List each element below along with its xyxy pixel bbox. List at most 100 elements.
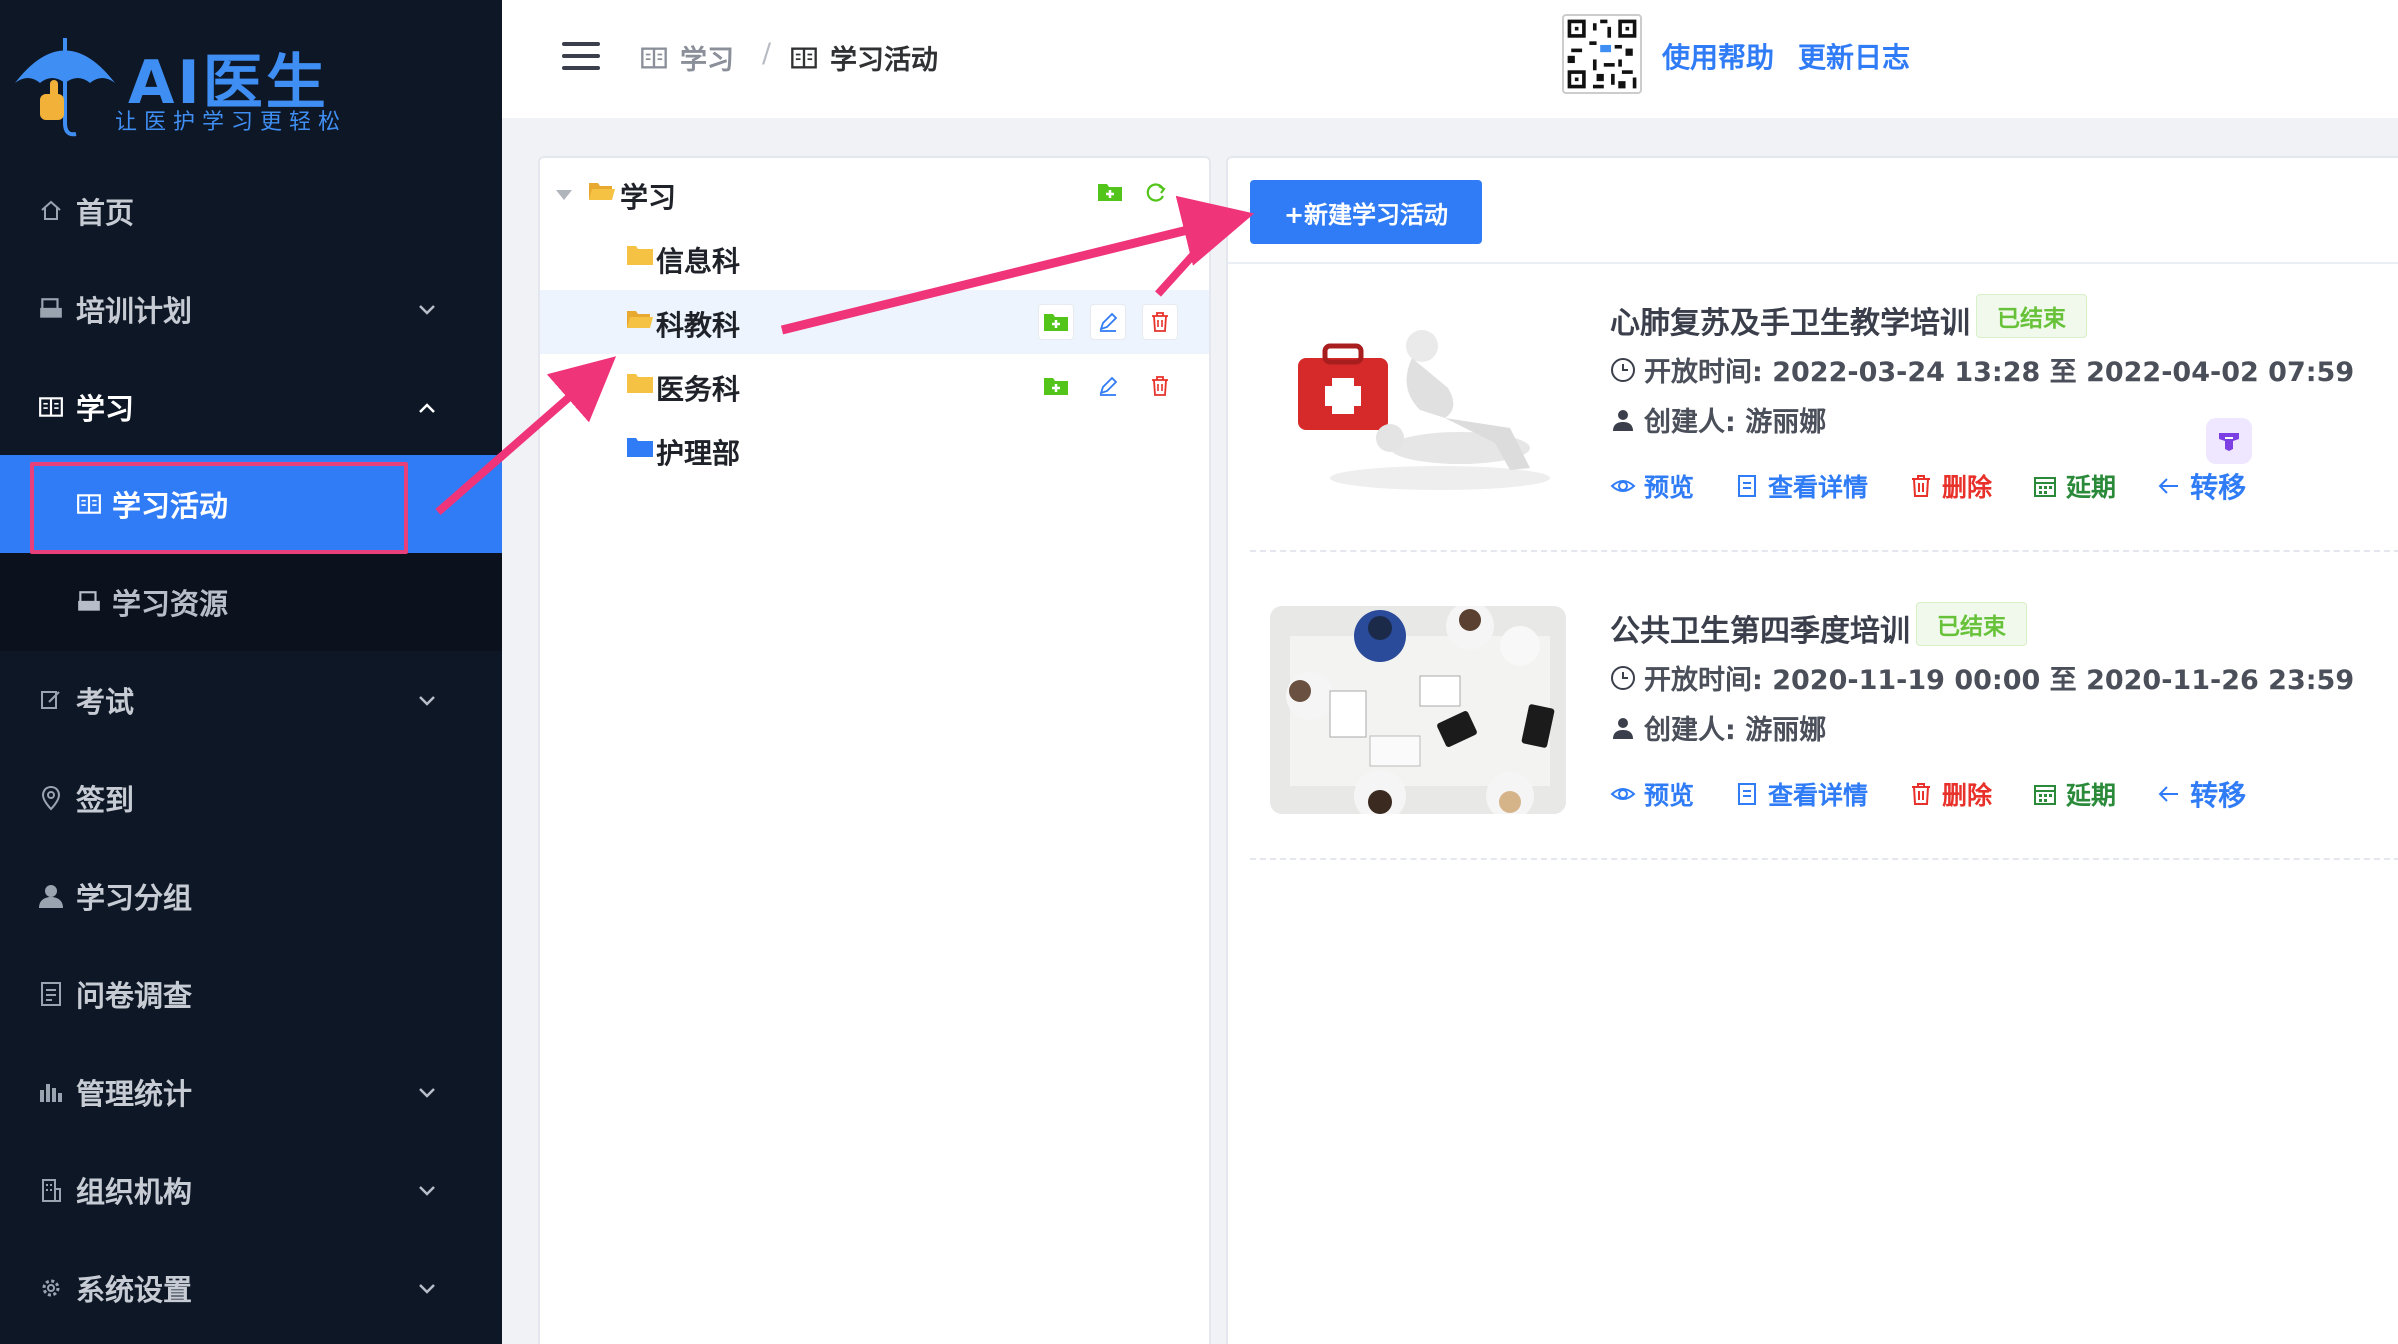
folder-icon <box>627 246 653 265</box>
changelog-link[interactable]: 更新日志 <box>1798 36 1910 76</box>
preview-button[interactable]: 预览 <box>1610 776 1694 812</box>
chevron-down-icon <box>418 688 436 713</box>
caret-down-icon[interactable] <box>556 190 572 200</box>
sidebar-item-label: 首页 <box>76 196 135 230</box>
sidebar-item-study[interactable]: 学习 <box>0 358 502 456</box>
delete-activity-button[interactable]: 删除 <box>1908 776 1992 812</box>
folder-add-icon <box>1098 184 1122 201</box>
medical-meeting-image[interactable] <box>1270 606 1566 814</box>
pencil-icon <box>1099 312 1118 332</box>
sidebar-item-organization[interactable]: 组织机构 <box>0 1141 502 1239</box>
activity-title[interactable]: 心肺复苏及手卫生教学培训 <box>1610 298 1970 342</box>
refresh-button[interactable] <box>1138 174 1174 210</box>
sidebar-subitem-label: 学习资源 <box>112 587 229 621</box>
breadcrumb-item-study[interactable]: 学习 <box>640 38 734 77</box>
extend-label: 延期 <box>2066 781 2117 810</box>
preview-label: 预览 <box>1644 473 1695 502</box>
sidebar-item-settings[interactable]: 系统设置 <box>0 1239 502 1337</box>
breadcrumb-separator: / <box>762 38 772 69</box>
breadcrumb-label: 学习 <box>680 45 734 76</box>
sidebar-item-study-group[interactable]: 学习分组 <box>0 847 502 945</box>
umbrella-logo-icon <box>15 38 115 137</box>
sidebar: AI医生 让医护学习更轻松 首页 培训计划 学习 学习活动 学习资源 考试 签到… <box>0 0 502 1344</box>
folder-icon <box>627 374 653 393</box>
folder-icon <box>627 438 653 457</box>
add-folder-button[interactable] <box>1092 174 1128 210</box>
trash-icon <box>1152 312 1168 332</box>
building-icon <box>36 1175 66 1205</box>
add-subfolder-button[interactable] <box>1038 304 1074 340</box>
tree-node-label: 信息科 <box>656 245 741 278</box>
open-time-value: 2022-03-24 13:28 至 2022-04-02 07:59 <box>1772 357 2355 388</box>
extend-button[interactable]: 延期 <box>2032 468 2116 504</box>
open-time-label: 开放时间: <box>1644 357 1763 388</box>
printer-icon <box>74 587 104 617</box>
sidebar-item-home[interactable]: 首页 <box>0 162 502 260</box>
delete-button[interactable] <box>1142 368 1178 404</box>
sidebar-item-label: 学习分组 <box>76 881 193 915</box>
open-time-label: 开放时间: <box>1644 665 1763 696</box>
transfer-button[interactable]: 转移 <box>2156 774 2246 814</box>
trash-icon <box>1912 783 1931 805</box>
delete-activity-button[interactable]: 删除 <box>1908 468 1992 504</box>
edit-button[interactable] <box>1090 368 1126 404</box>
creator: 创建人: 游丽娜 <box>1610 708 1826 747</box>
creator: 创建人: 游丽娜 <box>1610 400 1826 439</box>
logo[interactable]: AI医生 让医护学习更轻松 <box>0 0 502 160</box>
document-icon <box>36 979 66 1009</box>
folder-add-icon <box>1044 314 1068 331</box>
card-divider <box>1250 550 2398 552</box>
cpr-first-aid-image[interactable] <box>1270 298 1566 506</box>
tree-node[interactable]: 医务科 <box>540 354 1209 418</box>
delete-button[interactable] <box>1142 304 1178 340</box>
user-icon <box>1613 717 1633 739</box>
extend-button[interactable]: 延期 <box>2032 776 2116 812</box>
sidebar-item-survey[interactable]: 问卷调查 <box>0 945 502 1043</box>
sidebar-item-stats[interactable]: 管理统计 <box>0 1043 502 1141</box>
folder-add-icon <box>1044 378 1068 395</box>
hamburger-menu-icon[interactable] <box>562 42 600 70</box>
help-link[interactable]: 使用帮助 <box>1662 36 1774 76</box>
preview-button[interactable]: 预览 <box>1610 468 1694 504</box>
chevron-down-icon <box>418 1080 436 1105</box>
new-study-activity-button[interactable]: +新建学习活动 <box>1250 180 1482 244</box>
status-badge: 已结束 <box>1916 602 2027 646</box>
chevron-down-icon <box>418 297 436 322</box>
document-icon <box>1738 783 1757 805</box>
creator-value: 游丽娜 <box>1745 407 1827 438</box>
edit-icon <box>36 685 66 715</box>
open-time-value: 2020-11-19 00:00 至 2020-11-26 23:59 <box>1772 665 2355 696</box>
book-icon <box>641 47 667 68</box>
sidebar-item-training-plan[interactable]: 培训计划 <box>0 260 502 358</box>
edit-button[interactable] <box>1090 304 1126 340</box>
transfer-label: 转移 <box>2190 779 2247 812</box>
category-tree-panel: 学习 信息科 科教科 医务科 护理部 <box>538 156 1211 1344</box>
add-subfolder-button[interactable] <box>1038 368 1074 404</box>
sidebar-item-label: 系统设置 <box>76 1273 193 1307</box>
tree-node[interactable]: 信息科 <box>540 226 1209 290</box>
activity-card: 公共卫生第四季度培训 已结束 开放时间: 2020-11-19 00:00 至 … <box>1254 602 2398 906</box>
transfer-button[interactable]: 转移 <box>2156 466 2246 506</box>
sidebar-item-exam[interactable]: 考试 <box>0 651 502 749</box>
sidebar-item-label: 签到 <box>76 783 135 817</box>
sidebar-item-label: 考试 <box>76 685 135 719</box>
home-icon <box>36 196 66 226</box>
tree-node-selected[interactable]: 科教科 <box>540 290 1209 354</box>
pencil-icon <box>1099 376 1118 396</box>
sidebar-subitem-study-resources[interactable]: 学习资源 <box>0 553 502 651</box>
chevron-up-icon <box>418 395 436 420</box>
status-badge: 已结束 <box>1976 294 2087 338</box>
delete-label: 删除 <box>1942 473 1993 502</box>
browser-extension-icon[interactable] <box>2206 418 2252 464</box>
view-details-button[interactable]: 查看详情 <box>1734 776 1868 812</box>
tree-node-label: 学习 <box>620 181 677 214</box>
sidebar-item-checkin[interactable]: 签到 <box>0 749 502 847</box>
activity-actions: 预览 查看详情 删除 延期 转移 <box>1610 466 2286 506</box>
tree-node-root[interactable]: 学习 <box>540 162 1209 226</box>
creator-value: 游丽娜 <box>1745 715 1827 746</box>
activity-title[interactable]: 公共卫生第四季度培训 <box>1610 606 1910 650</box>
view-details-button[interactable]: 查看详情 <box>1734 468 1868 504</box>
qr-code-icon[interactable] <box>1562 14 1642 94</box>
tree-node[interactable]: 护理部 <box>540 418 1209 482</box>
details-label: 查看详情 <box>1768 781 1869 810</box>
